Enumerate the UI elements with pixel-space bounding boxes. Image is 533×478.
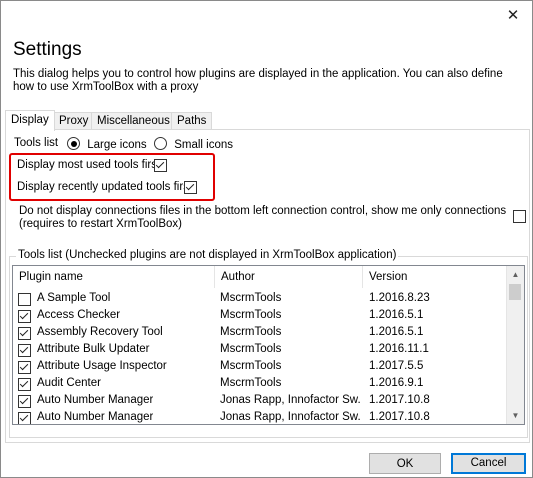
column-header-version[interactable]: Version xyxy=(363,266,505,288)
plugins-list-scrollbar[interactable]: ▲ ▼ xyxy=(506,266,524,424)
dialog-title: Settings xyxy=(13,39,82,60)
plugin-name: Attribute Usage Inspector xyxy=(37,360,167,372)
plugin-version: 1.2016.9.1 xyxy=(369,377,424,389)
dialog-description: This dialog helps you to control how plu… xyxy=(13,68,503,93)
row-checkbox[interactable] xyxy=(18,344,31,357)
tools-list-group-legend: Tools list (Unchecked plugins are not di… xyxy=(16,249,399,261)
plugin-name: Auto Number Manager xyxy=(37,394,154,406)
plugins-list[interactable]: Plugin name Author Version A Sample Tool… xyxy=(12,265,525,425)
table-row[interactable]: Attribute Bulk Updater MscrmTools 1.2016… xyxy=(13,341,505,358)
plugin-author: MscrmTools xyxy=(220,343,282,355)
small-icons-option[interactable]: Small icons xyxy=(154,137,233,151)
row-checkbox[interactable] xyxy=(18,412,31,424)
tools-list-label: Tools list xyxy=(14,137,59,149)
small-icons-radio[interactable] xyxy=(154,137,167,150)
tab-proxy[interactable]: Proxy xyxy=(53,112,95,130)
table-row[interactable]: Auto Number Manager Jonas Rapp, Innofact… xyxy=(13,392,505,409)
plugin-author: Jonas Rapp, Innofactor Sw... xyxy=(220,394,360,406)
row-checkbox[interactable] xyxy=(18,293,31,306)
row-checkbox[interactable] xyxy=(18,327,31,340)
row-checkbox[interactable] xyxy=(18,361,31,374)
table-row[interactable]: Audit Center MscrmTools 1.2016.9.1 xyxy=(13,375,505,392)
ok-button[interactable]: OK xyxy=(369,453,441,474)
table-row[interactable]: Assembly Recovery Tool MscrmTools 1.2016… xyxy=(13,324,505,341)
small-icons-label: Small icons xyxy=(174,139,234,151)
plugin-name: Access Checker xyxy=(37,309,121,321)
connections-only-checkbox[interactable] xyxy=(513,210,526,223)
table-row[interactable]: Attribute Usage Inspector MscrmTools 1.2… xyxy=(13,358,505,375)
column-header-author[interactable]: Author xyxy=(215,266,363,288)
row-checkbox[interactable] xyxy=(18,310,31,323)
close-button[interactable]: ✕ xyxy=(500,5,526,27)
close-icon: ✕ xyxy=(506,7,520,24)
cancel-button[interactable]: Cancel xyxy=(451,453,526,474)
table-row[interactable]: Auto Number Manager Jonas Rapp, Innofact… xyxy=(13,409,505,424)
highlight-annotation xyxy=(9,153,215,201)
scroll-up-icon[interactable]: ▲ xyxy=(507,266,524,283)
large-icons-option[interactable]: Large icons xyxy=(67,137,147,151)
plugin-version: 1.2017.10.8 xyxy=(369,411,430,423)
tab-miscellaneous[interactable]: Miscellaneous xyxy=(91,112,176,130)
row-checkbox[interactable] xyxy=(18,395,31,408)
plugin-name: Attribute Bulk Updater xyxy=(37,343,150,355)
tab-display[interactable]: Display xyxy=(5,110,55,131)
plugin-author: MscrmTools xyxy=(220,360,282,372)
plugin-name: Audit Center xyxy=(37,377,101,389)
large-icons-radio[interactable] xyxy=(67,137,80,150)
plugin-author: MscrmTools xyxy=(220,309,282,321)
table-row[interactable]: Access Checker MscrmTools 1.2016.5.1 xyxy=(13,307,505,324)
plugin-version: 1.2017.5.5 xyxy=(369,360,424,372)
plugin-author: MscrmTools xyxy=(220,292,282,304)
large-icons-label: Large icons xyxy=(87,139,147,151)
settings-dialog: ✕ Settings This dialog helps you to cont… xyxy=(0,0,533,478)
plugin-name: A Sample Tool xyxy=(37,292,111,304)
plugin-version: 1.2016.11.1 xyxy=(369,343,429,355)
plugin-version: 1.2016.5.1 xyxy=(369,326,424,338)
scrollbar-thumb[interactable] xyxy=(509,284,521,300)
plugin-author: Jonas Rapp, Innofactor Sw... xyxy=(220,411,360,423)
plugin-name: Auto Number Manager xyxy=(37,411,154,423)
plugin-version: 1.2016.8.23 xyxy=(369,292,430,304)
plugin-version: 1.2017.10.8 xyxy=(369,394,430,406)
plugin-author: MscrmTools xyxy=(220,326,282,338)
column-header-plugin-name[interactable]: Plugin name xyxy=(13,266,215,288)
scroll-down-icon[interactable]: ▼ xyxy=(507,407,524,424)
row-checkbox[interactable] xyxy=(18,378,31,391)
plugin-author: MscrmTools xyxy=(220,377,282,389)
plugin-version: 1.2016.5.1 xyxy=(369,309,424,321)
plugin-name: Assembly Recovery Tool xyxy=(37,326,163,338)
connections-only-label: Do not display connections files in the … xyxy=(19,205,507,230)
tab-paths[interactable]: Paths xyxy=(171,112,213,130)
table-row[interactable]: A Sample Tool MscrmTools 1.2016.8.23 xyxy=(13,290,505,307)
